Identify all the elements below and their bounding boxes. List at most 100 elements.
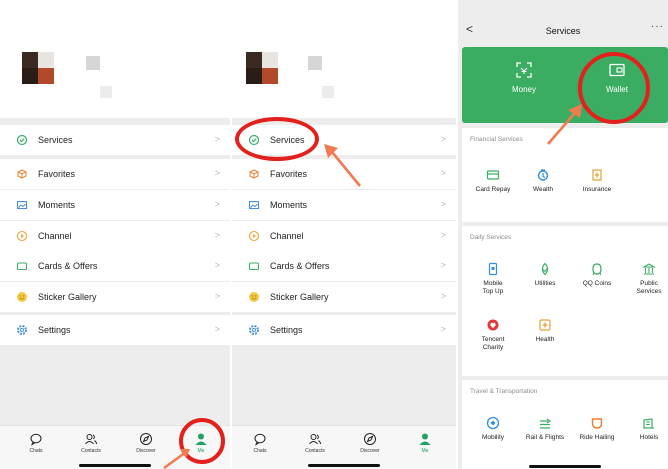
tab-me[interactable]: Me [405, 432, 445, 454]
chevron-right-icon: > [440, 324, 446, 334]
tab-contacts[interactable]: Contacts [71, 432, 111, 454]
chats-icon [254, 433, 266, 446]
favorites-icon [16, 168, 28, 180]
chevron-right-icon: > [440, 260, 446, 270]
menu-item-channel[interactable]: Channel > [232, 221, 456, 251]
utilities-icon [541, 262, 549, 276]
service-mobile-top-up[interactable]: Mobile Top Up [468, 262, 518, 296]
tab-chats[interactable]: Chats [240, 432, 280, 454]
highlight-circle [235, 117, 319, 161]
chevron-right-icon: > [214, 291, 220, 301]
menu-item-sticker-gallery[interactable]: Sticker Gallery > [232, 282, 456, 312]
contacts-icon [85, 434, 97, 445]
me-screen-highlighted: Services > Favorites > Moments > Channel… [232, 0, 456, 469]
cards-offers-icon [16, 260, 28, 272]
page-title: Services [545, 26, 581, 36]
service-label: Mobile Top Up [482, 280, 504, 295]
chevron-right-icon: > [440, 199, 446, 209]
card-repay-icon [486, 170, 500, 180]
service-ride-hailing[interactable]: Ride Hailing [572, 416, 622, 442]
menu-item-label: Settings [270, 325, 303, 335]
money-label: Money [511, 85, 536, 94]
menu-item-settings[interactable]: Settings > [0, 315, 230, 345]
service-label: Utilities [534, 280, 556, 287]
blurred-id [100, 86, 112, 98]
service-qq-coins[interactable]: QQ Coins [572, 262, 622, 288]
chevron-right-icon: > [214, 199, 220, 209]
qq-coins-icon [592, 263, 602, 276]
chevron-right-icon: > [440, 291, 446, 301]
contacts-icon [309, 434, 321, 445]
moments-icon [248, 199, 260, 211]
discover-icon [364, 433, 376, 445]
menu-item-cards-offers[interactable]: Cards & Offers > [0, 251, 230, 281]
money-button[interactable]: Money [484, 61, 564, 94]
menu-item-sticker-gallery[interactable]: Sticker Gallery > [0, 282, 230, 312]
tab-contacts[interactable]: Contacts [295, 432, 335, 454]
pointer-arrow-icon [324, 144, 362, 187]
menu-item-moments[interactable]: Moments > [232, 190, 456, 220]
pointer-arrow-icon [547, 104, 582, 145]
avatar[interactable] [22, 52, 54, 84]
tab-chats[interactable]: Chats [16, 432, 56, 454]
menu-item-favorites[interactable]: Favorites > [0, 159, 230, 189]
chevron-right-icon: > [214, 168, 220, 178]
section-title: Travel & Transportation [470, 388, 538, 395]
service-utilities[interactable]: Utilities [520, 262, 570, 288]
tab-label: Discover [360, 448, 380, 454]
service-public-services[interactable]: Public Services [624, 262, 668, 296]
menu-item-moments[interactable]: Moments > [0, 190, 230, 220]
tab-label: Chats [253, 448, 267, 454]
menu-item-channel[interactable]: Channel > [0, 221, 230, 251]
rail-flights-icon [540, 418, 552, 429]
service-label: Hotels [639, 434, 659, 441]
service-wealth[interactable]: Wealth [518, 168, 568, 194]
tab-label: Discover [136, 448, 156, 454]
profile-header[interactable] [232, 0, 456, 118]
daily-services-section: Daily Services Mobile Top Up Utilities Q… [462, 226, 668, 376]
chevron-right-icon: > [214, 230, 220, 240]
service-insurance[interactable]: Insurance [572, 168, 622, 194]
service-hotels[interactable]: Hotels [624, 416, 668, 442]
tab-discover[interactable]: Discover [350, 432, 390, 454]
menu-item-label: Settings [38, 325, 71, 335]
sticker-gallery-icon [16, 291, 28, 303]
more-options-button[interactable]: ··· [651, 21, 664, 32]
avatar[interactable] [246, 52, 278, 84]
profile-header[interactable] [0, 0, 230, 118]
service-label: Tencent Charity [481, 336, 505, 351]
blurred-name [86, 56, 100, 70]
service-health[interactable]: Health [520, 318, 570, 344]
home-indicator [529, 465, 601, 468]
chevron-right-icon: > [440, 168, 446, 178]
chevron-right-icon: > [214, 260, 220, 270]
public-services-icon [642, 263, 656, 275]
chevron-right-icon: > [214, 324, 220, 334]
blurred-name [308, 56, 322, 70]
service-label: Rail & Flights [525, 434, 565, 441]
chevron-right-icon: > [440, 230, 446, 240]
channel-icon [16, 230, 28, 242]
service-label: Wealth [532, 186, 554, 193]
service-rail-flights[interactable]: Rail & Flights [520, 416, 570, 442]
section-title: Financial Services [470, 136, 523, 143]
menu-item-settings[interactable]: Settings > [232, 315, 456, 345]
menu-item-label: Sticker Gallery [270, 292, 329, 302]
service-label: Health [535, 336, 555, 343]
menu-item-services[interactable]: Services > [0, 125, 230, 155]
chevron-right-icon: > [440, 134, 446, 144]
nav-header: < Services ··· [458, 0, 668, 44]
service-mobility[interactable]: Mobility [468, 416, 518, 442]
menu-item-label: Favorites [38, 169, 76, 179]
settings-icon [16, 324, 28, 336]
service-label: Ride Hailing [579, 434, 615, 441]
tab-label: Contacts [81, 448, 101, 454]
service-card-repay[interactable]: Card Repay [468, 168, 518, 194]
mobility-icon [486, 416, 500, 430]
moments-icon [16, 199, 28, 211]
tab-label: Me [421, 448, 429, 454]
travel-transportation-section: Travel & Transportation Mobility Rail & … [462, 380, 668, 469]
menu-item-label: Channel [38, 231, 72, 241]
menu-item-cards-offers[interactable]: Cards & Offers > [232, 251, 456, 281]
service-tencent-charity[interactable]: Tencent Charity [468, 318, 518, 352]
